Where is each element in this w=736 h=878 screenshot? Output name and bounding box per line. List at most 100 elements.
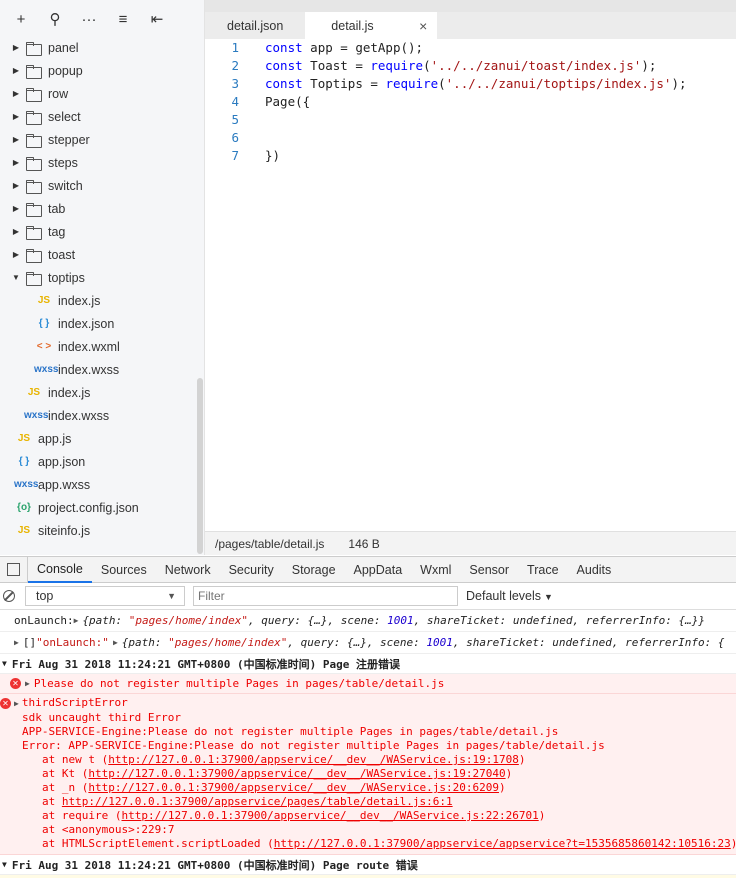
file-label: index.wxml: [58, 339, 120, 354]
source-link[interactable]: http://127.0.0.1:37900/appservice/__dev_…: [88, 767, 505, 780]
tree-file[interactable]: JS index.js: [0, 381, 204, 404]
expand-triangle-icon[interactable]: ▶: [74, 616, 79, 625]
context-select[interactable]: top ▼: [25, 586, 185, 606]
code-line: 2 const Toast = require('../../zanui/toas…: [205, 57, 736, 75]
tab-detail-js[interactable]: detail.js ×: [305, 12, 438, 39]
source-link[interactable]: http://127.0.0.1:37900/appservice/__dev_…: [121, 809, 538, 822]
tree-file[interactable]: { } app.json: [0, 450, 204, 473]
tree-file[interactable]: { } index.json: [0, 312, 204, 335]
folder-open-icon: [26, 271, 42, 286]
code-segment: Toptips =: [302, 76, 386, 91]
tree-folder[interactable]: ▶ select: [0, 105, 204, 128]
expand-triangle-icon[interactable]: ▶: [14, 638, 19, 647]
tab-storage[interactable]: Storage: [283, 557, 345, 583]
source-link[interactable]: http://127.0.0.1:37900/appservice/__dev_…: [88, 781, 499, 794]
expand-triangle-icon[interactable]: ▶: [25, 679, 30, 688]
tree-folder[interactable]: ▶ switch: [0, 174, 204, 197]
tree-file[interactable]: JS app.js: [0, 427, 204, 450]
inspect-element-icon[interactable]: [0, 556, 28, 583]
code-string: '../../zanui/toast/index.js': [430, 58, 642, 73]
chevron-right-icon: ▶: [12, 204, 20, 213]
code-editor[interactable]: 1 const app = getApp(); 2 const Toast = re…: [205, 39, 736, 531]
tree-folder[interactable]: ▶ popup: [0, 59, 204, 82]
tree-file[interactable]: {o} project.config.json: [0, 496, 204, 519]
line-number: 3: [231, 76, 239, 91]
folder-icon: [26, 87, 42, 102]
wxss-file-icon: wxss: [24, 410, 49, 421]
tab-audits[interactable]: Audits: [568, 557, 621, 583]
log-group-header[interactable]: ▼ Fri Aug 31 2018 11:24:21 GMT+0800 (中国标准…: [0, 855, 736, 875]
devtools-tabbar: Console Sources Network Security Storage…: [0, 556, 736, 583]
tab-sensor[interactable]: Sensor: [460, 557, 518, 583]
code-text: const Toptips = require('../../zanui/top…: [243, 75, 687, 93]
chevron-right-icon: ▶: [12, 89, 20, 98]
collapse-icon[interactable]: ⇤: [140, 7, 174, 31]
console-output: onLaunch: ▶ {path: "pages/home/index", qu…: [0, 610, 736, 878]
code-keyword: const: [265, 76, 303, 91]
clear-console-icon[interactable]: [3, 590, 15, 602]
line-number: 7: [231, 148, 239, 163]
tree-folder[interactable]: ▶ tag: [0, 220, 204, 243]
tab-security[interactable]: Security: [220, 557, 283, 583]
tree-folder[interactable]: ▶ stepper: [0, 128, 204, 151]
code-segment: (: [423, 58, 431, 73]
tree-file[interactable]: JS index.js: [0, 289, 204, 312]
source-link[interactable]: http://127.0.0.1:37900/appservice/appser…: [274, 837, 731, 850]
file-label: app.js: [38, 431, 72, 446]
tree-file[interactable]: JS siteinfo.js: [0, 519, 204, 542]
close-icon[interactable]: ×: [419, 18, 427, 34]
filter-input[interactable]: [193, 586, 458, 606]
tree-folder-open[interactable]: ▼ toptips: [0, 266, 204, 289]
tab-network[interactable]: Network: [156, 557, 220, 583]
file-label: index.js: [58, 293, 101, 308]
sort-icon[interactable]: ≡: [106, 7, 140, 31]
tab-detail-json[interactable]: detail.json: [205, 12, 305, 39]
more-icon[interactable]: ···: [72, 7, 106, 31]
source-link[interactable]: http://127.0.0.1:37900/appservice/pages/…: [62, 795, 453, 808]
log-object[interactable]: {path: "pages/home/index", query: {…}, s…: [82, 614, 705, 627]
log-object[interactable]: {path: "pages/home/index", query: {…}, s…: [122, 636, 725, 649]
tab-trace[interactable]: Trace: [518, 557, 568, 583]
wxml-file-icon: < >: [36, 341, 52, 352]
tree-file[interactable]: wxss app.wxss: [0, 473, 204, 496]
folder-label: steps: [48, 155, 78, 170]
group-title: Fri Aug 31 2018 11:24:21 GMT+0800 (中国标准时…: [11, 858, 418, 872]
code-line: 4 Page({: [205, 93, 736, 111]
tree-folder[interactable]: ▶ row: [0, 82, 204, 105]
tree-folder[interactable]: ▶ toast: [0, 243, 204, 266]
code-line: 5: [205, 111, 736, 129]
code-keyword: require: [370, 58, 424, 73]
levels-select[interactable]: Default levels ▼: [466, 589, 553, 603]
tab-console[interactable]: Console: [28, 557, 92, 583]
tree-folder[interactable]: ▶ panel: [0, 36, 204, 59]
tree-file[interactable]: wxss index.wxss: [0, 358, 204, 381]
expand-triangle-icon[interactable]: ▶: [113, 638, 118, 647]
dropdown-arrow-icon: ▼: [167, 591, 176, 601]
log-entry: ▶[] "onLaunch:" ▶ {path: "pages/home/inde…: [0, 632, 736, 654]
js-file-icon: JS: [37, 295, 51, 306]
obj-number: 1001: [387, 614, 414, 627]
sidebar-scrollbar[interactable]: [197, 378, 203, 554]
tab-appdata[interactable]: AppData: [345, 557, 412, 583]
log-group-header[interactable]: ▼ Fri Aug 31 2018 11:24:21 GMT+0800 (中国标准…: [0, 654, 736, 674]
folder-label: row: [48, 86, 69, 101]
line-number: 2: [231, 58, 239, 73]
chevron-right-icon: ▶: [12, 43, 20, 52]
error-title[interactable]: ▶ thirdScriptError: [0, 696, 736, 711]
frame-text: ): [731, 837, 736, 850]
code-text: Page({: [265, 94, 311, 109]
stack-frame: at new t (http://127.0.0.1:37900/appserv…: [0, 753, 736, 767]
file-path: /pages/table/detail.js: [215, 536, 325, 551]
tab-sources[interactable]: Sources: [92, 557, 156, 583]
tree-file[interactable]: wxss index.wxss: [0, 404, 204, 427]
tree-file[interactable]: < > index.wxml: [0, 335, 204, 358]
tree-folder[interactable]: ▶ tab: [0, 197, 204, 220]
file-label: app.json: [38, 454, 86, 469]
tab-wxml[interactable]: Wxml: [411, 557, 460, 583]
search-icon[interactable]: ⚲: [38, 7, 72, 31]
code-string: '../../zanui/toptips/index.js': [445, 76, 672, 91]
source-link[interactable]: http://127.0.0.1:37900/appservice/__dev_…: [108, 753, 519, 766]
add-icon[interactable]: +: [4, 7, 38, 31]
tree-folder[interactable]: ▶ steps: [0, 151, 204, 174]
